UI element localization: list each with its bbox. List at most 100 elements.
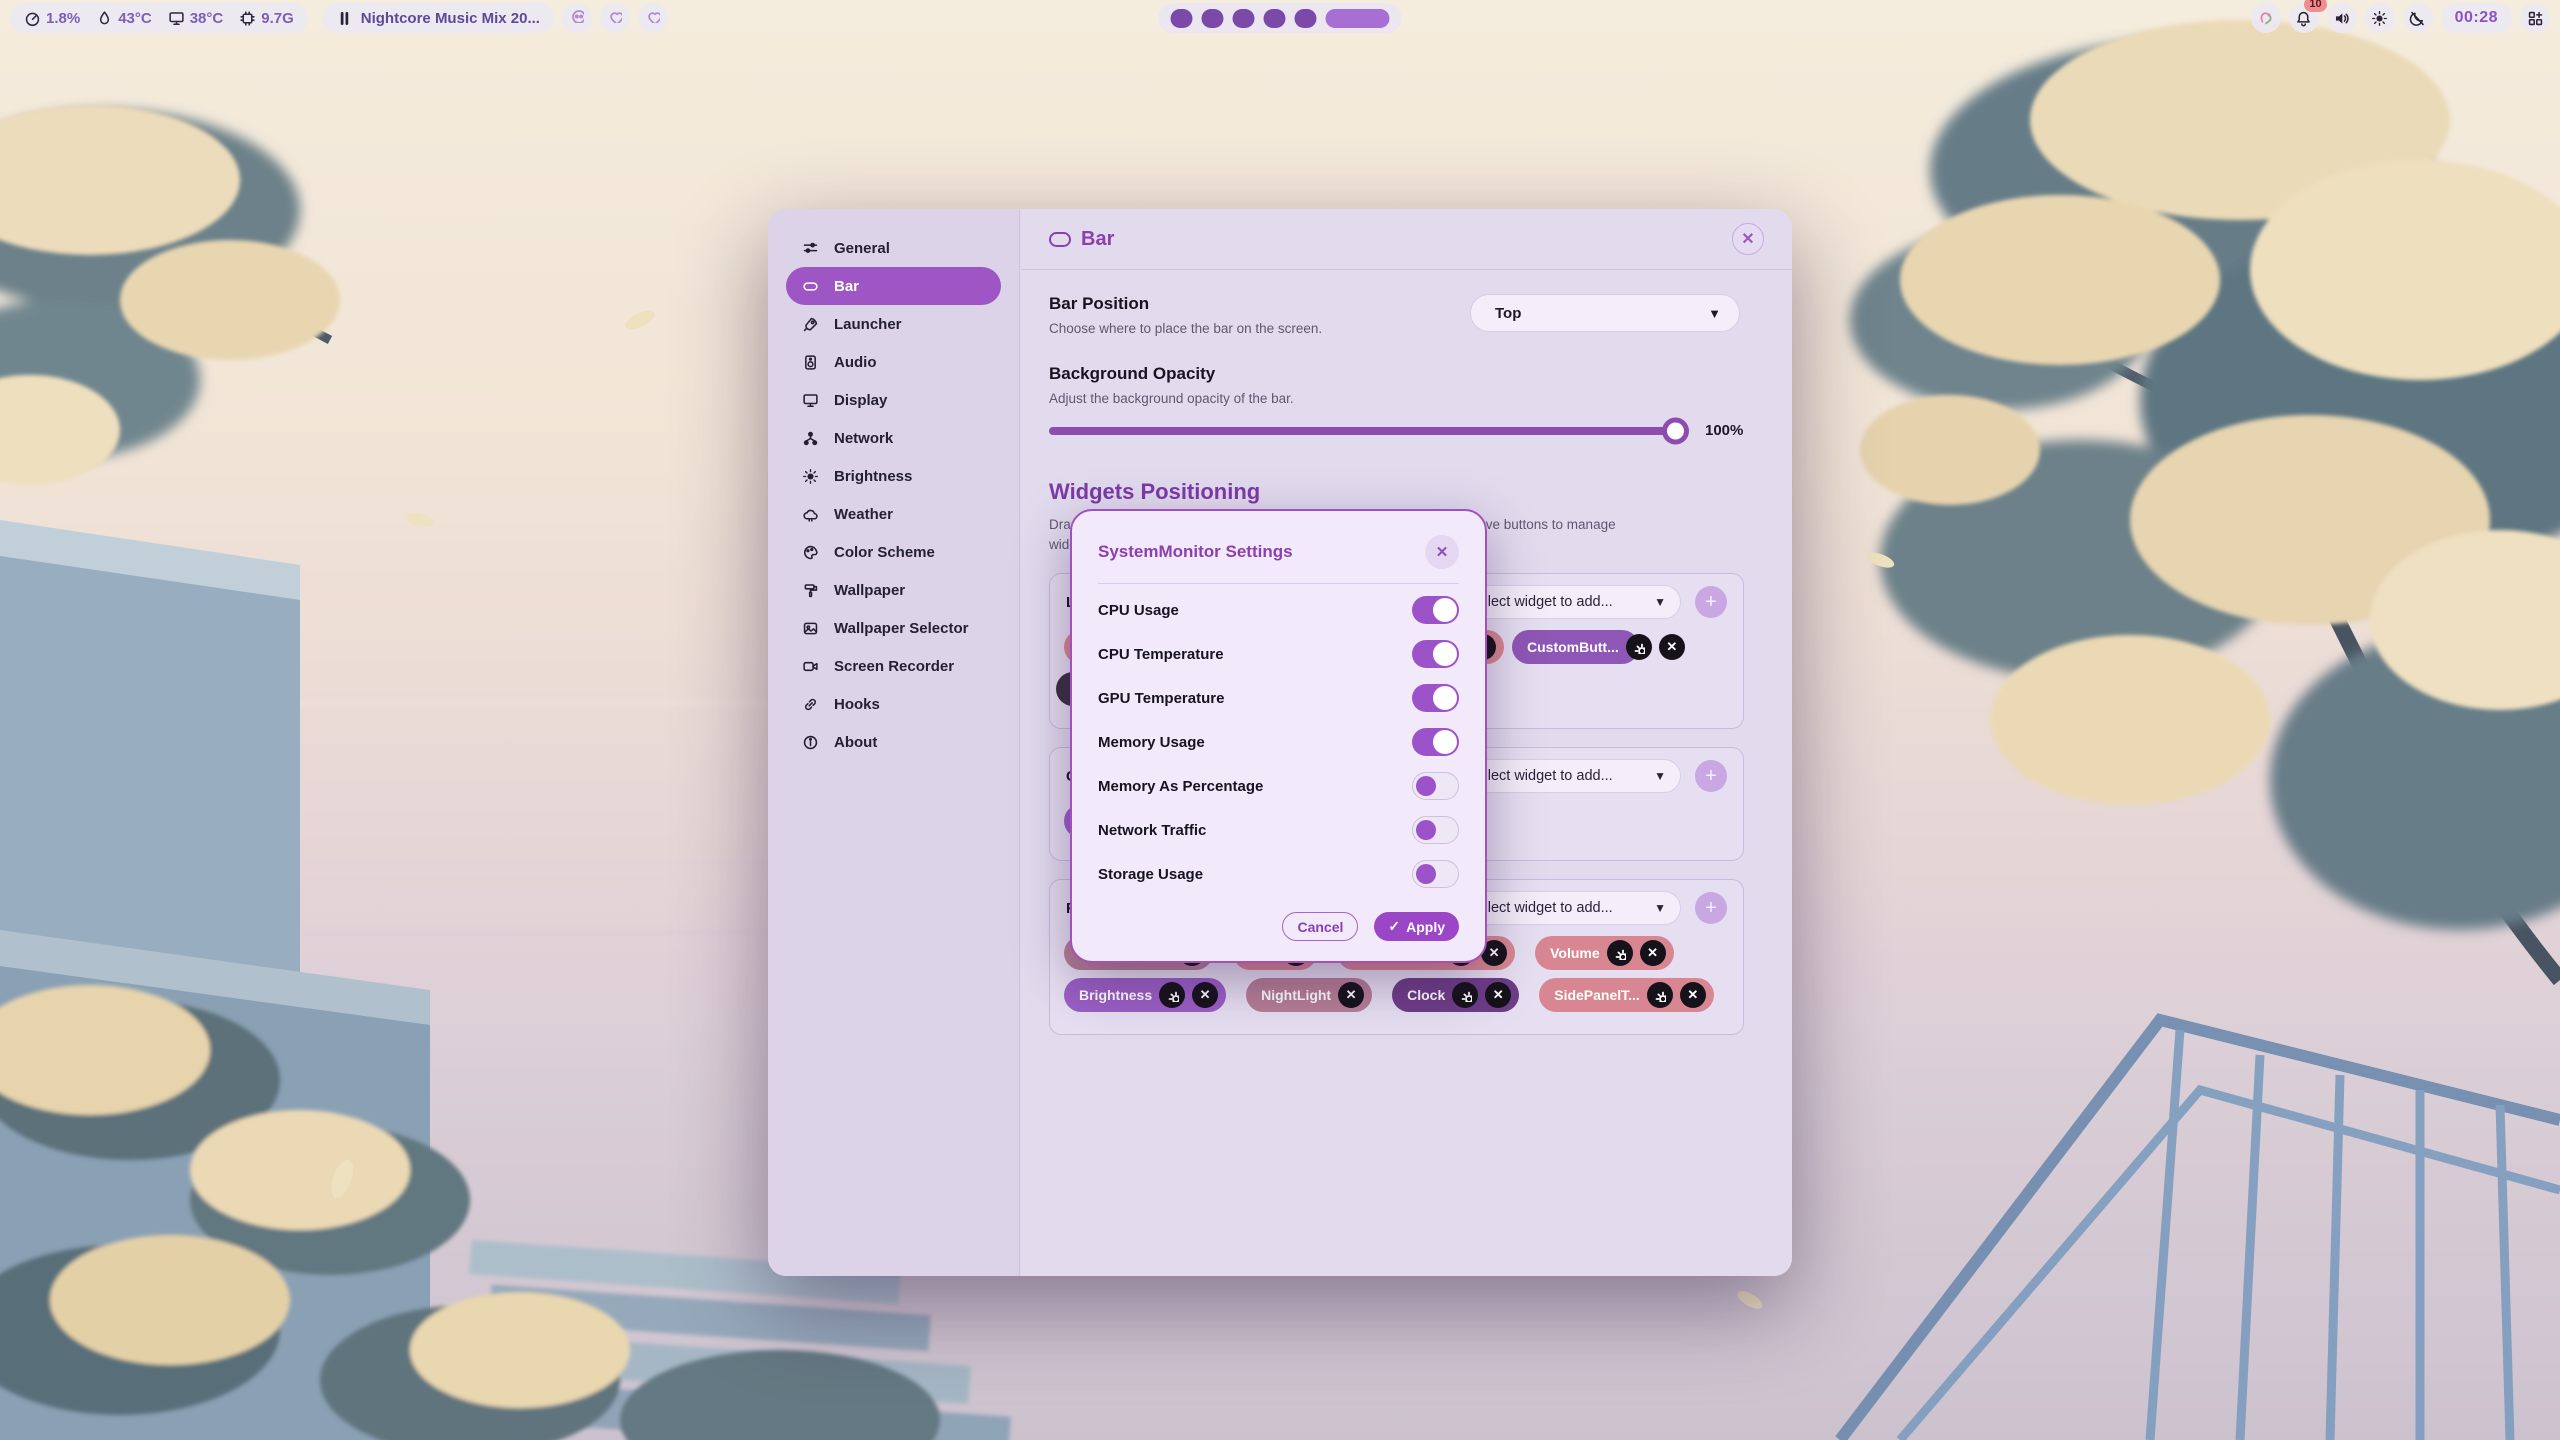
bar-pill-icon	[802, 278, 819, 295]
toggle-knob	[1416, 820, 1436, 840]
toggle-switch-memory-usage[interactable]	[1412, 728, 1459, 756]
stat-value: 43°C	[118, 10, 152, 27]
apply-button[interactable]: ✓ Apply	[1374, 912, 1459, 941]
flame-icon	[96, 10, 113, 27]
widget-chip-clock[interactable]: Clock✕	[1392, 978, 1519, 1012]
chip-settings-button[interactable]	[1452, 982, 1478, 1008]
heart-button[interactable]	[638, 3, 668, 33]
toggle-switch-network-traffic[interactable]	[1412, 816, 1459, 844]
chip-remove-button[interactable]: ✕	[1659, 634, 1685, 660]
widget-chip-nightlight[interactable]: NightLight✕	[1246, 978, 1372, 1012]
chip-remove-button[interactable]: ✕	[1192, 982, 1218, 1008]
sidebar-item-screen-recorder[interactable]: Screen Recorder	[786, 647, 1001, 685]
chip-label: CustomButt...	[1527, 639, 1619, 655]
workspace-dot[interactable]	[1171, 9, 1193, 28]
widget-chip-brightness[interactable]: Brightness✕	[1064, 978, 1226, 1012]
tray-app-icon	[2257, 9, 2275, 27]
workspace-dot[interactable]	[1202, 9, 1224, 28]
stat-flame: 43°C	[96, 10, 152, 27]
toggle-knob	[1416, 864, 1436, 884]
add-widget-placeholder: Select widget to add...	[1470, 594, 1613, 610]
toggle-label: CPU Temperature	[1098, 646, 1224, 663]
add-widget-button[interactable]: +	[1695, 892, 1727, 924]
add-widget-button[interactable]: +	[1695, 586, 1727, 618]
sidebar-item-label: Hooks	[834, 696, 880, 713]
sidebar-item-audio[interactable]: Audio	[786, 343, 1001, 381]
sidebar-item-network[interactable]: Network	[786, 419, 1001, 457]
sidebar-item-weather[interactable]: Weather	[786, 495, 1001, 533]
chip-remove-button[interactable]: ✕	[1640, 940, 1666, 966]
toggle-switch-cpu-usage[interactable]	[1412, 596, 1459, 624]
sidebar-item-hooks[interactable]: Hooks	[786, 685, 1001, 723]
media-player[interactable]: Nightcore Music Mix 20...	[322, 3, 554, 33]
sidebar-item-general[interactable]: General	[786, 229, 1001, 267]
toggle-switch-gpu-temperature[interactable]	[1412, 684, 1459, 712]
opacity-value: 100%	[1705, 422, 1743, 439]
workspace-dot[interactable]	[1264, 9, 1286, 28]
monitor-icon	[168, 10, 185, 27]
pause-icon	[336, 10, 353, 27]
sidebar-item-label: Bar	[834, 278, 859, 295]
sidebar-item-bar[interactable]: Bar	[786, 267, 1001, 305]
chip-settings-button[interactable]	[1607, 940, 1633, 966]
widget-chip-custombutt[interactable]: CustomButt...✕	[1512, 630, 1639, 664]
grid-plus-icon	[2527, 10, 2544, 27]
toggle-switch-cpu-temperature[interactable]	[1412, 640, 1459, 668]
sidebar-item-color-scheme[interactable]: Color Scheme	[786, 533, 1001, 571]
toggle-switch-storage-usage[interactable]	[1412, 860, 1459, 888]
sidebar-item-display[interactable]: Display	[786, 381, 1001, 419]
toggle-knob	[1433, 598, 1457, 622]
bar-position-dropdown[interactable]: Top ▼	[1470, 294, 1740, 332]
chip-remove-button[interactable]: ✕	[1338, 982, 1364, 1008]
workspace-dot[interactable]	[1295, 9, 1317, 28]
nightlight-button[interactable]	[2403, 3, 2433, 33]
roller-icon	[802, 582, 819, 599]
system-stats[interactable]: 1.8%43°C38°C9.7G	[10, 3, 308, 33]
sun-icon	[802, 468, 819, 485]
skull-button[interactable]	[562, 3, 592, 33]
chip-settings-button[interactable]	[1626, 634, 1652, 660]
background-opacity-label: Background Opacity	[1049, 364, 1742, 384]
apps-overview-button[interactable]	[2520, 3, 2550, 33]
background-opacity-description: Adjust the background opacity of the bar…	[1049, 391, 1742, 406]
sidebar-item-wallpaper-selector[interactable]: Wallpaper Selector	[786, 609, 1001, 647]
sidebar-item-about[interactable]: About	[786, 723, 1001, 761]
page-title: Bar	[1049, 228, 1114, 251]
widgets-positioning-title: Widgets Positioning	[1049, 479, 1792, 505]
workspace-dot[interactable]	[1233, 9, 1255, 28]
toggle-row: Memory Usage	[1098, 720, 1459, 764]
widget-chip-sidepanelt[interactable]: SidePanelT... ✕	[1539, 978, 1714, 1012]
chip-label: SidePanelT...	[1554, 987, 1640, 1003]
chevron-down-icon: ▼	[1708, 306, 1721, 321]
sidebar-item-launcher[interactable]: Launcher	[786, 305, 1001, 343]
brightness-icon	[2371, 10, 2388, 27]
sidebar-item-label: Launcher	[834, 316, 902, 333]
modal-close-button[interactable]: ✕	[1425, 535, 1459, 569]
notifications-button[interactable]: 10	[2289, 3, 2319, 33]
workspace-dot-active[interactable]	[1326, 9, 1390, 28]
chip-remove-button[interactable]: ✕	[1680, 982, 1706, 1008]
volume-button[interactable]	[2327, 3, 2357, 33]
add-widget-button[interactable]: +	[1695, 760, 1727, 792]
opacity-slider-knob[interactable]	[1662, 417, 1689, 444]
add-widget-dropdown[interactable]: Select widget to add...▼	[1453, 891, 1681, 925]
toggle-switch-memory-as-percentage[interactable]	[1412, 772, 1459, 800]
clock[interactable]: 00:28	[2441, 3, 2512, 33]
sidebar-item-label: Display	[834, 392, 887, 409]
widget-chip-volume[interactable]: Volume✕	[1535, 936, 1674, 970]
heart-button[interactable]	[600, 3, 630, 33]
cancel-button[interactable]: Cancel	[1282, 912, 1358, 941]
chip-settings-button[interactable]	[1159, 982, 1185, 1008]
link-icon	[802, 696, 819, 713]
add-widget-dropdown[interactable]: Select widget to add...▼	[1453, 759, 1681, 793]
sidebar-item-brightness[interactable]: Brightness	[786, 457, 1001, 495]
add-widget-dropdown[interactable]: Select widget to add...▼	[1453, 585, 1681, 619]
chip-settings-button[interactable]	[1647, 982, 1673, 1008]
chip-remove-button[interactable]: ✕	[1485, 982, 1511, 1008]
sidebar-item-wallpaper[interactable]: Wallpaper	[786, 571, 1001, 609]
brightness-button[interactable]	[2365, 3, 2395, 33]
opacity-slider[interactable]	[1049, 427, 1687, 435]
sidebar-item-label: Audio	[834, 354, 877, 371]
tray-app-button[interactable]	[2251, 3, 2281, 33]
window-close-button[interactable]: ✕	[1732, 223, 1764, 255]
